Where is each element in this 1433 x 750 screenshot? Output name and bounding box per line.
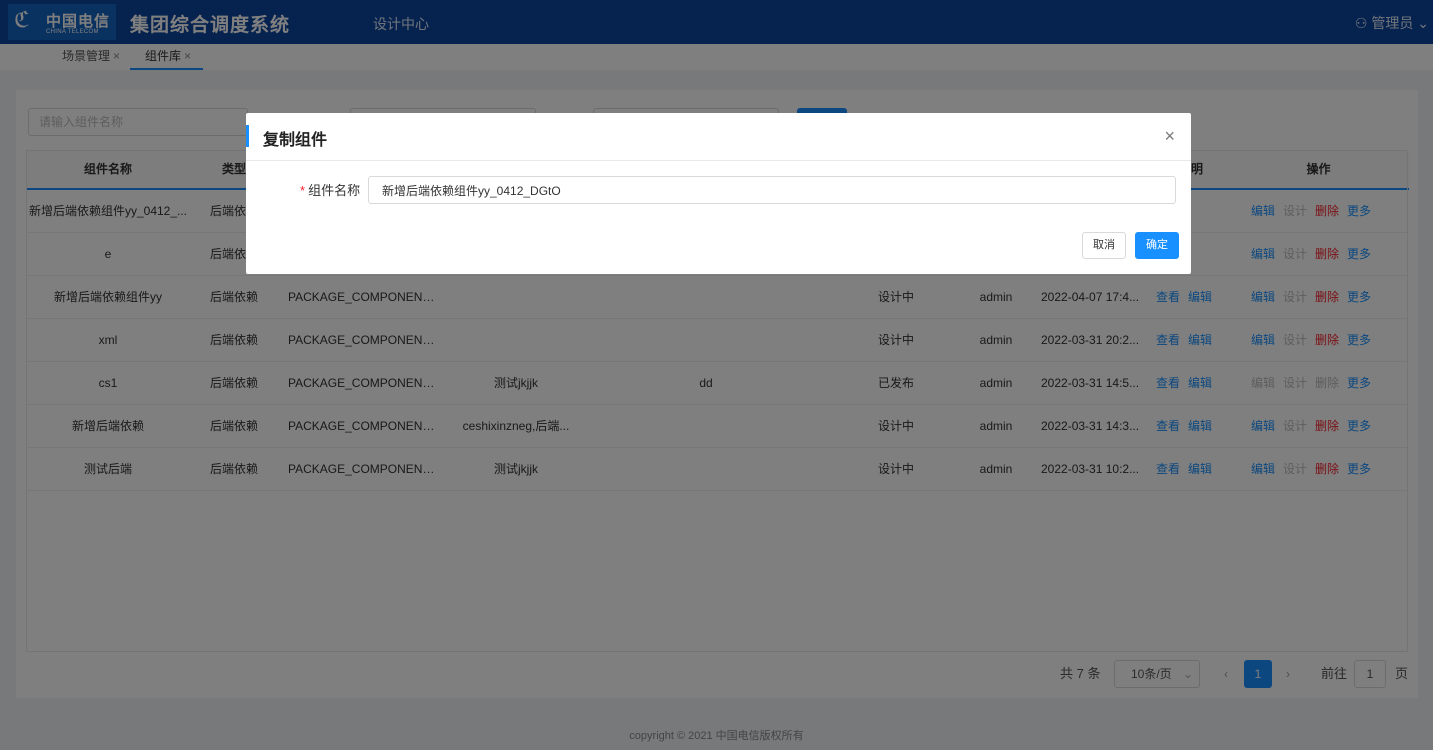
title-accent-bar	[246, 125, 249, 147]
dialog-title: 复制组件	[263, 132, 328, 149]
confirm-button[interactable]: 确定	[1135, 232, 1179, 259]
close-icon[interactable]: ×	[1164, 127, 1175, 145]
copy-component-dialog: 复制组件 × *组件名称 取消 确定	[246, 113, 1191, 274]
component-name-label: * 组件名称	[300, 180, 360, 199]
component-name-input[interactable]	[368, 176, 1176, 204]
cancel-button[interactable]: 取消	[1082, 232, 1126, 259]
field-label-text: 组件名称	[308, 183, 361, 198]
required-mark: *	[300, 183, 306, 198]
dialog-header: 复制组件 ×	[246, 113, 1191, 161]
